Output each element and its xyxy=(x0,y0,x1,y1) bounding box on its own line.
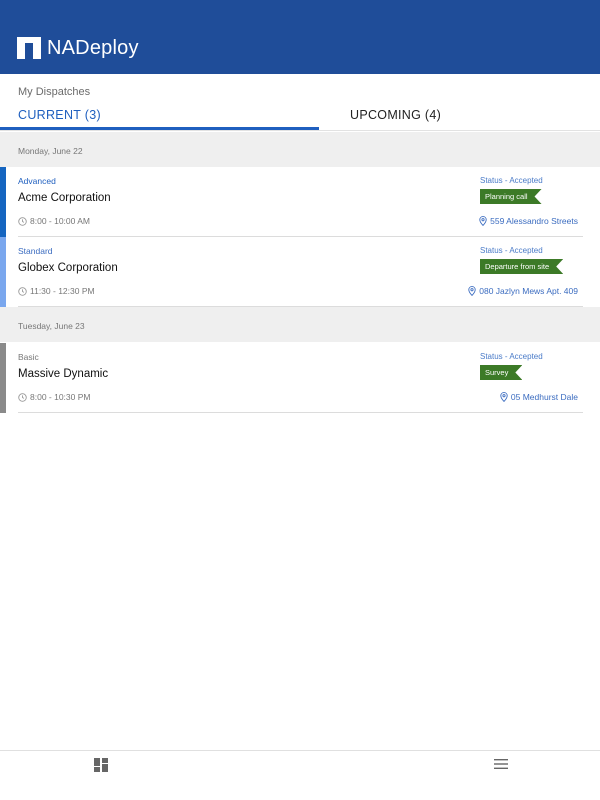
date-header-label: Tuesday, June 23 xyxy=(18,321,85,331)
logo-icon xyxy=(17,36,41,59)
page-title: My Dispatches xyxy=(18,86,91,98)
app-logo: NADeploy xyxy=(17,36,139,59)
dispatch-status: Status - Accepted xyxy=(480,352,543,361)
bottom-nav xyxy=(0,750,600,800)
menu-button[interactable] xyxy=(493,757,513,775)
dispatch-address-label: 559 Alessandro Streets xyxy=(490,216,578,226)
dashboard-icon xyxy=(94,758,108,772)
card-divider xyxy=(18,412,583,413)
dispatch-time: 8:00 - 10:00 AM xyxy=(18,216,90,226)
dispatch-status: Status - Accepted xyxy=(480,176,543,185)
dispatch-address[interactable]: 05 Medhurst Dale xyxy=(500,392,578,402)
location-pin-icon xyxy=(479,216,487,226)
dispatch-company: Massive Dynamic xyxy=(18,368,109,380)
dispatch-status: Status - Accepted xyxy=(480,246,543,255)
dispatch-card[interactable]: Basic Massive Dynamic 8:00 - 10:30 PM St… xyxy=(0,343,600,413)
dispatch-address-label: 080 Jazlyn Mews Apt. 409 xyxy=(479,286,578,296)
date-header-label: Monday, June 22 xyxy=(18,146,83,156)
priority-bar xyxy=(0,343,6,413)
clock-icon xyxy=(18,286,27,296)
dispatch-card[interactable]: Advanced Acme Corporation 8:00 - 10:00 A… xyxy=(0,167,600,237)
dispatch-level: Advanced xyxy=(18,176,56,186)
app-name: NADeploy xyxy=(47,37,139,59)
dispatch-time: 11:30 - 12:30 PM xyxy=(18,286,95,296)
clock-icon xyxy=(18,392,27,402)
clock-icon xyxy=(18,216,27,226)
stage-tag: Survey xyxy=(480,365,522,380)
location-pin-icon xyxy=(500,392,508,402)
dispatch-company: Acme Corporation xyxy=(18,192,111,204)
dispatch-time-label: 8:00 - 10:30 PM xyxy=(30,392,91,402)
date-header: Tuesday, June 23 xyxy=(0,307,600,342)
dispatch-level: Standard xyxy=(18,246,53,256)
app-header: NADeploy xyxy=(0,0,600,74)
hamburger-menu-icon xyxy=(494,759,508,769)
dispatch-time: 8:00 - 10:30 PM xyxy=(18,392,90,402)
stage-tag: Planning call xyxy=(480,189,542,204)
dispatch-card[interactable]: Standard Globex Corporation 11:30 - 12:3… xyxy=(0,237,600,307)
dispatch-time-label: 8:00 - 10:00 AM xyxy=(30,216,91,226)
priority-bar xyxy=(0,167,6,237)
dispatch-address[interactable]: 080 Jazlyn Mews Apt. 409 xyxy=(468,286,578,296)
dashboard-button[interactable] xyxy=(93,757,113,775)
dispatch-address-label: 05 Medhurst Dale xyxy=(510,392,578,402)
dispatch-level: Basic xyxy=(18,352,39,362)
priority-bar xyxy=(0,237,6,307)
dispatch-company: Globex Corporation xyxy=(18,262,118,274)
date-header: Monday, June 22 xyxy=(0,132,600,167)
dispatch-time-label: 11:30 - 12:30 PM xyxy=(30,286,95,296)
dispatch-address[interactable]: 559 Alessandro Streets xyxy=(479,216,578,226)
stage-tag: Departure from site xyxy=(480,259,563,274)
tabs-divider xyxy=(0,130,600,131)
location-pin-icon xyxy=(468,286,476,296)
